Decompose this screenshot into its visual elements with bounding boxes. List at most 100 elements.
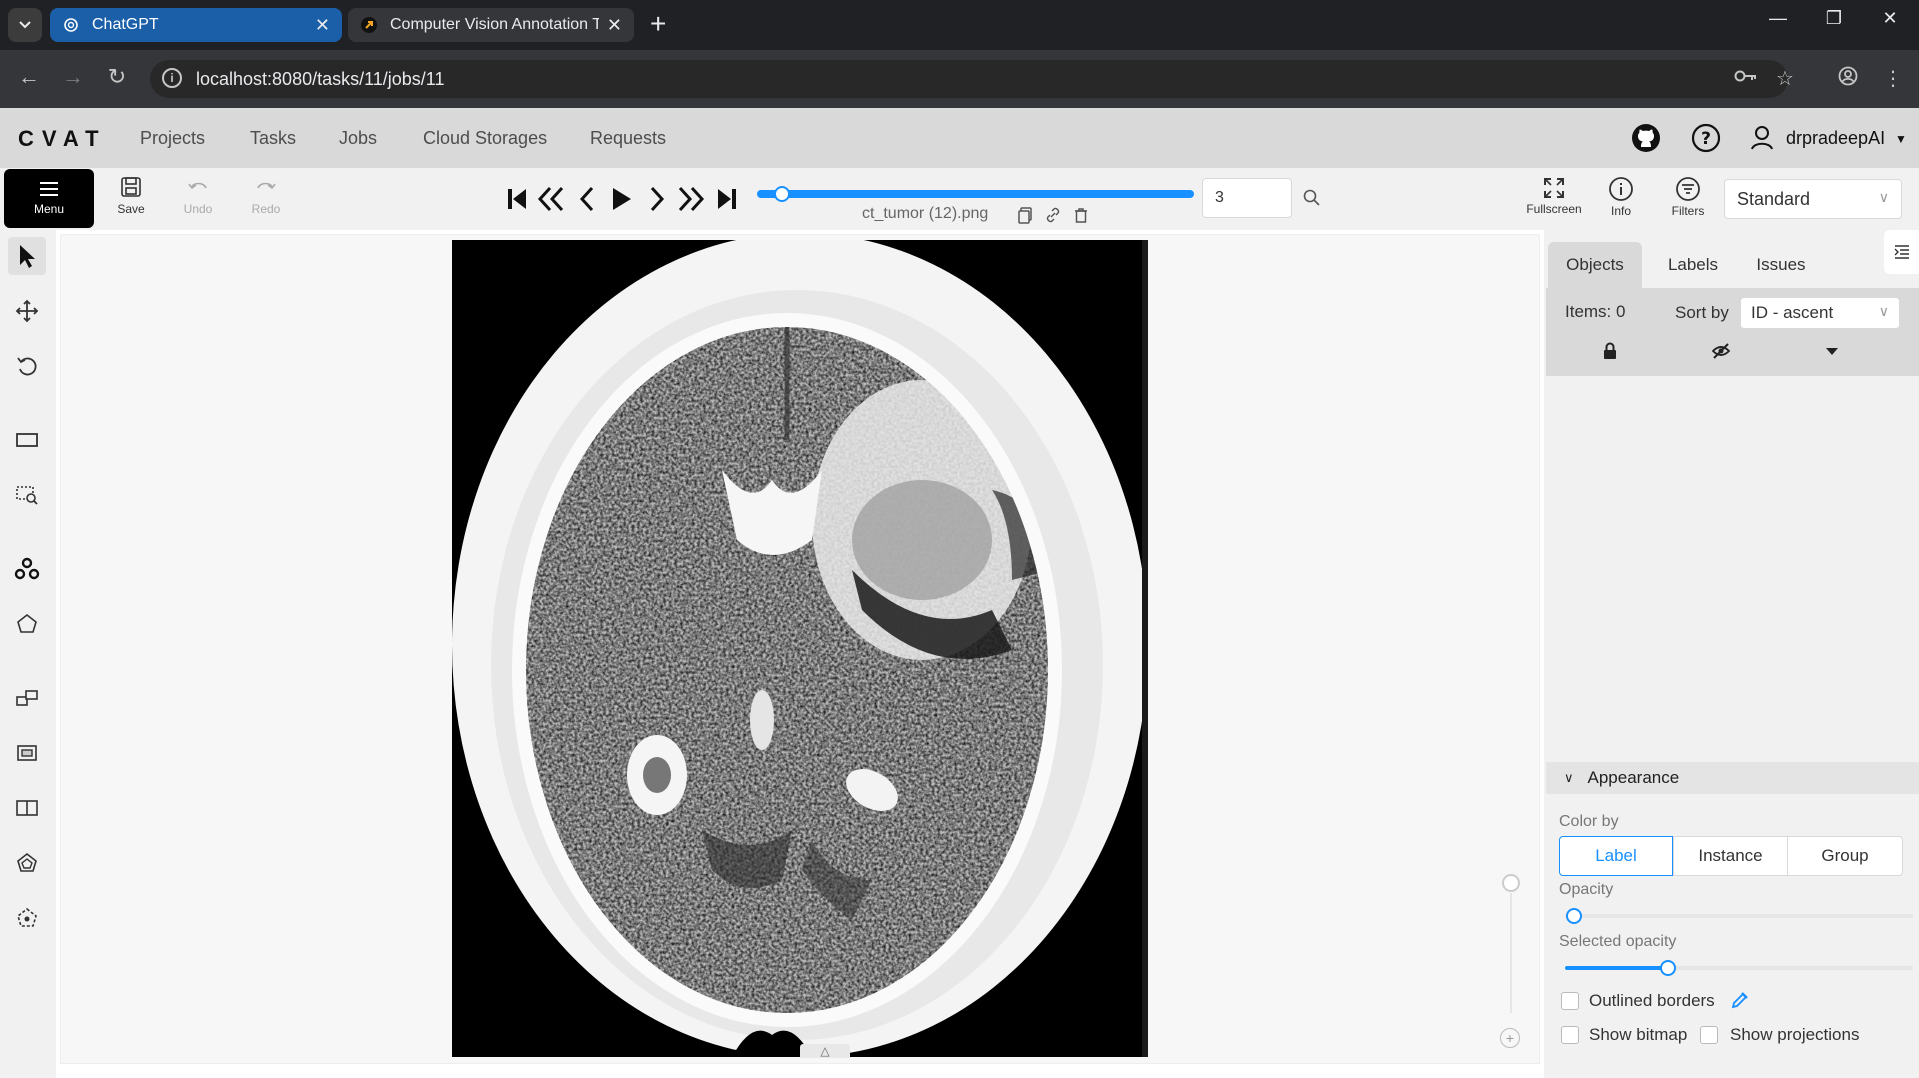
rectangle-tool[interactable] [8, 734, 46, 772]
first-frame-icon[interactable] [502, 184, 532, 214]
close-tab-icon[interactable]: ✕ [607, 15, 622, 36]
filters-button[interactable]: Filters [1655, 176, 1721, 218]
next-frame-icon[interactable] [642, 184, 672, 214]
redo-button[interactable]: Redo [236, 176, 296, 216]
outlined-borders-checkbox[interactable] [1561, 992, 1579, 1010]
color-picker-icon[interactable] [1730, 990, 1750, 1010]
fit-image-tool[interactable] [8, 421, 46, 459]
color-by-label-option[interactable]: Label [1559, 836, 1673, 876]
opacity-slider-handle[interactable] [1566, 908, 1582, 924]
split-tool[interactable] [8, 789, 46, 827]
close-tab-icon[interactable]: ✕ [315, 15, 330, 36]
caret-down-icon[interactable]: ▼ [1895, 132, 1907, 146]
bookmark-star-icon[interactable]: ☆ [1772, 66, 1798, 91]
frame-slider-handle[interactable] [774, 186, 790, 202]
zoom-region-tool[interactable] [8, 476, 46, 514]
password-key-icon[interactable] [1733, 66, 1759, 89]
opacity-slider[interactable] [1565, 914, 1913, 918]
merge-tool[interactable] [8, 844, 46, 882]
profile-icon[interactable] [1835, 66, 1861, 92]
nav-tasks[interactable]: Tasks [250, 128, 296, 149]
ai-tools-icon [14, 557, 40, 580]
username[interactable]: drpradeepAI [1786, 128, 1885, 149]
play-icon[interactable] [606, 184, 636, 214]
ct-scan-image[interactable] [452, 240, 1148, 1057]
nav-requests[interactable]: Requests [590, 128, 666, 149]
site-info-icon[interactable]: i [162, 68, 182, 88]
undo-button[interactable]: Undo [168, 176, 228, 216]
sort-select[interactable]: ID - ascent ∨ [1740, 297, 1900, 329]
sort-by-label: Sort by [1675, 303, 1729, 322]
github-icon[interactable] [1630, 122, 1662, 154]
close-window-icon[interactable]: ✕ [1870, 8, 1910, 29]
expand-up-icon[interactable]: △ [800, 1044, 850, 1058]
chevron-down-icon [19, 21, 31, 29]
forward-step-icon[interactable] [676, 184, 706, 214]
eye-invisible-icon[interactable] [1711, 341, 1731, 361]
menu-label: Menu [33, 201, 65, 216]
minimize-icon[interactable]: — [1758, 8, 1798, 29]
frame-slider[interactable] [757, 190, 1194, 198]
back-icon[interactable]: ← [14, 64, 44, 90]
tab-labels[interactable]: Labels [1652, 242, 1734, 288]
forward-icon[interactable]: → [58, 64, 88, 90]
backward-step-icon[interactable] [536, 184, 566, 214]
selected-opacity-slider-handle[interactable] [1660, 960, 1676, 976]
appearance-header[interactable]: ∨ Appearance [1546, 762, 1919, 794]
canvas-zoom-track[interactable] [1510, 893, 1512, 1013]
color-by-instance-option[interactable]: Instance [1673, 836, 1788, 876]
frame-number-input[interactable]: 3 [1202, 178, 1292, 218]
copy-icon[interactable] [1016, 206, 1034, 224]
tab-objects[interactable]: Objects [1548, 242, 1642, 288]
move-tool[interactable] [8, 292, 46, 330]
outlined-borders-label: Outlined borders [1589, 991, 1715, 1010]
last-frame-icon[interactable] [712, 184, 742, 214]
collapse-sidebar-button[interactable] [1884, 230, 1919, 274]
show-projections-checkbox[interactable] [1700, 1026, 1718, 1044]
tab-title: Computer Vision Annotation To [390, 16, 599, 33]
nav-jobs[interactable]: Jobs [339, 128, 377, 149]
group-tool[interactable] [8, 899, 46, 937]
chatgpt-icon [62, 16, 80, 34]
menu-button[interactable]: Menu [4, 169, 94, 228]
more-vert-icon[interactable]: ⋮ [1880, 66, 1906, 91]
nav-projects[interactable]: Projects [140, 128, 205, 149]
color-by-group-option[interactable]: Group [1787, 836, 1903, 876]
pentagon-icon [17, 613, 37, 633]
link-icon[interactable] [1044, 206, 1062, 224]
caret-down-icon[interactable] [1822, 341, 1842, 361]
fit-image-icon [16, 433, 38, 447]
help-icon[interactable]: ? [1690, 122, 1722, 154]
zoom-in-icon[interactable]: + [1500, 1028, 1520, 1048]
selected-opacity-fill [1565, 966, 1669, 970]
show-bitmap-checkbox[interactable] [1561, 1026, 1579, 1044]
canvas-zoom-knob[interactable] [1502, 874, 1520, 892]
tab-title: ChatGPT [92, 16, 159, 33]
info-button[interactable]: Info [1588, 176, 1654, 218]
tab-cvat[interactable]: Computer Vision Annotation To ✕ [348, 8, 634, 42]
reload-icon[interactable]: ↻ [102, 64, 132, 90]
restore-icon[interactable]: ❐ [1814, 8, 1854, 29]
tab-search-button[interactable] [8, 8, 42, 42]
new-tab-icon[interactable]: + [650, 9, 666, 39]
frame-filename: ct_tumor (12).png [862, 205, 989, 222]
rotate-tool[interactable] [8, 347, 46, 385]
cursor-tool[interactable] [8, 237, 46, 275]
opencv-tool[interactable] [8, 679, 46, 717]
lock-icon[interactable] [1600, 341, 1620, 361]
workspace-select[interactable]: Standard ∨ [1724, 179, 1902, 219]
search-icon[interactable] [1302, 188, 1322, 208]
delete-frame-icon[interactable] [1072, 206, 1090, 224]
tab-issues[interactable]: Issues [1740, 242, 1822, 288]
url-text[interactable]: localhost:8080/tasks/11/jobs/11 [196, 69, 445, 90]
tab-chatgpt[interactable]: ChatGPT ✕ [50, 8, 342, 42]
nav-cloud-storages[interactable]: Cloud Storages [423, 128, 547, 149]
save-button[interactable]: Save [101, 176, 161, 216]
previous-frame-icon[interactable] [572, 184, 602, 214]
undo-label: Undo [183, 202, 213, 216]
fullscreen-button[interactable]: Fullscreen [1521, 176, 1587, 216]
polygon-tool[interactable] [8, 605, 46, 643]
user-icon[interactable] [1748, 122, 1780, 154]
ai-tools-tool[interactable] [8, 550, 46, 588]
cvat-logo[interactable]: CVAT [18, 126, 107, 152]
